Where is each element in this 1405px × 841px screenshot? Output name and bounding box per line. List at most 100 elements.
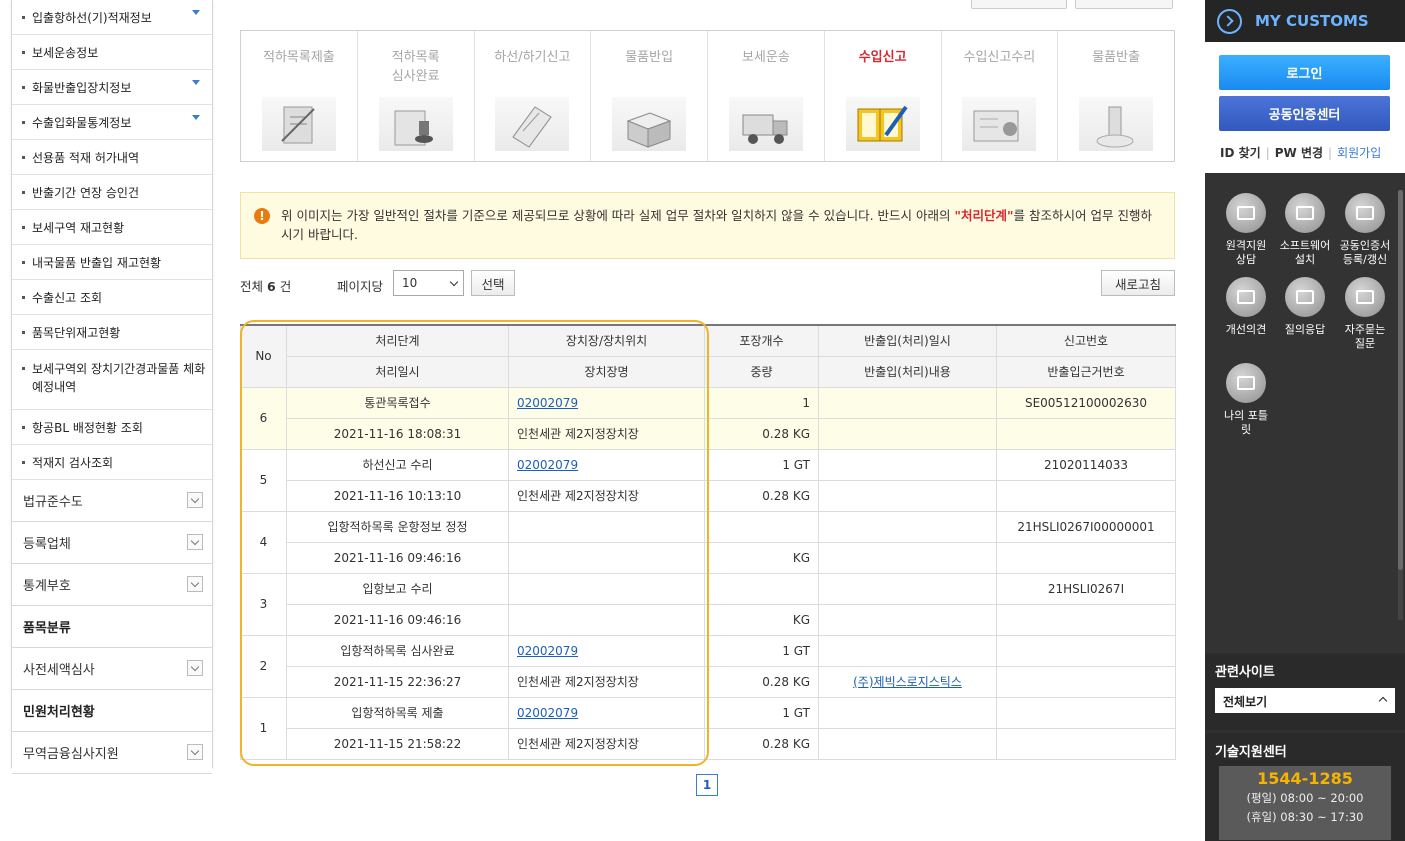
cell-basis-no	[996, 541, 1176, 574]
bullet-icon	[22, 330, 25, 334]
truck-icon	[728, 97, 803, 151]
sidebar-item-label: 내국물품 반출입 재고현황	[32, 255, 162, 270]
sidebar-category[interactable]: 등록업체	[12, 522, 212, 564]
sidebar-category[interactable]: 품목분류	[12, 606, 212, 648]
sidebar-category[interactable]: 사전세액심사	[12, 648, 212, 690]
login-button[interactable]: 로그인	[1219, 55, 1390, 90]
top-button-2[interactable]	[1075, 0, 1173, 9]
tools-area: 원격지원 상담 소프트웨어 설치 공동인증서 등록/갱신개선의견 질의응답 자주묻는 질…	[1205, 173, 1405, 653]
sidebar-item-label: 수출입화물통계정보	[32, 115, 132, 130]
page-button[interactable]: 1	[696, 774, 718, 796]
storage-code-link[interactable]: 02002079	[517, 706, 578, 720]
total-number: 6	[267, 279, 276, 294]
header-stage: 처리단계	[286, 324, 509, 357]
find-id-link[interactable]: ID 찾기	[1220, 146, 1261, 160]
cell-stage: 입항적하목록 제출	[286, 696, 509, 729]
sidebar-item[interactable]: 내국물품 반출입 재고현황	[12, 245, 212, 280]
box-icon	[612, 97, 687, 151]
portlet-icon	[1226, 363, 1266, 403]
sidebar-item[interactable]: 반출기간 연장 승인건	[12, 175, 212, 210]
sidebar-category[interactable]: 통계부호	[12, 564, 212, 606]
cell-inout-content	[818, 603, 997, 636]
sidebar-category[interactable]: 법규준수도	[12, 480, 212, 522]
expand-icon[interactable]	[187, 492, 203, 508]
cell-storage-code: 02002079	[508, 386, 705, 419]
change-pw-link[interactable]: PW 변경	[1275, 146, 1323, 160]
cell-inout-date	[818, 634, 997, 667]
cell-proc-date: 2021-11-16 18:08:31	[286, 417, 509, 450]
tool-software-install[interactable]: 소프트웨어 설치	[1274, 193, 1336, 267]
step-label: 물품반입	[625, 50, 674, 65]
join-link[interactable]: 회원가입	[1337, 146, 1381, 160]
chevron-right-icon[interactable]	[1217, 8, 1242, 34]
related-select[interactable]: 전체보기	[1215, 688, 1395, 713]
remote-support-icon	[1226, 193, 1266, 233]
per-page-select[interactable]: 10	[393, 270, 464, 296]
table-row: 2021-11-16 09:46:16 KG	[241, 541, 1176, 574]
weekday-hours: (평일) 08:00 ~ 20:00	[1246, 791, 1364, 805]
cell-inout-date	[818, 448, 997, 481]
tool-portlet[interactable]: 나의 포틀 릿	[1215, 363, 1277, 437]
total-prefix: 전체	[240, 279, 264, 294]
cell-stage: 통관목록접수	[286, 386, 509, 419]
expand-icon[interactable]	[187, 744, 203, 760]
select-button[interactable]: 선택	[471, 270, 515, 296]
tool-faq[interactable]: 자주묻는 질문	[1334, 277, 1396, 351]
sidebar-item[interactable]: 수출입화물통계정보	[12, 105, 212, 140]
sidebar-item[interactable]: 수출신고 조회	[12, 280, 212, 315]
cell-weight: KG	[704, 541, 819, 574]
software-install-icon	[1285, 193, 1325, 233]
sidebar-category[interactable]: 무역금융심사지원	[12, 732, 212, 774]
storage-code-link[interactable]: 02002079	[517, 458, 578, 472]
faq-icon	[1345, 277, 1385, 317]
cell-proc-date: 2021-11-16 09:46:16	[286, 541, 509, 574]
sidebar-item[interactable]: 적재지 검사조회	[12, 445, 212, 480]
tool-qna[interactable]: 질의응답	[1274, 277, 1336, 337]
expand-icon[interactable]	[187, 576, 203, 592]
process-table: No 처리단계 장치장/장치위치 포장개수 반출입(처리)일시 신고번호 처리일…	[240, 324, 1176, 760]
sidebar-item[interactable]: 입출항하선(기)적재정보	[12, 0, 212, 35]
cell-packages	[704, 572, 819, 605]
top-button-1[interactable]	[971, 0, 1067, 9]
expand-icon[interactable]	[187, 534, 203, 550]
cert-center-button[interactable]: 공동인증센터	[1219, 96, 1390, 131]
cell-proc-date: 2021-11-16 09:46:16	[286, 603, 509, 636]
bullet-icon	[22, 15, 25, 19]
sidebar-item-label: 항공BL 배정현황 조회	[32, 420, 143, 435]
cell-storage-name: 인천세관 제2지정장치장	[508, 727, 705, 760]
sidebar-item[interactable]: 보세구역외 장치기간경과물품 체화 예정내역	[12, 350, 212, 410]
bullet-icon	[22, 367, 25, 370]
tool-certificate[interactable]: 공동인증서 등록/갱신	[1334, 193, 1396, 267]
sidebar-item[interactable]: 화물반출입장치정보	[12, 70, 212, 105]
sidebar-item[interactable]: 항공BL 배정현황 조회	[12, 410, 212, 445]
header-inout-content: 반출입(처리)내용	[818, 355, 997, 388]
cell-proc-date: 2021-11-15 21:58:22	[286, 727, 509, 760]
tool-feedback[interactable]: 개선의견	[1215, 277, 1277, 337]
inout-content-link[interactable]: (주)제빅스로지스틱스	[853, 675, 962, 689]
caret-down-icon[interactable]	[192, 10, 200, 15]
expand-icon[interactable]	[187, 660, 203, 676]
tech-support-box: 1544-1285 (평일) 08:00 ~ 20:00 (휴일) 08:30 …	[1219, 766, 1391, 840]
sidebar-item[interactable]: 보세구역 재고현황	[12, 210, 212, 245]
cell-inout-date	[818, 696, 997, 729]
caret-down-icon[interactable]	[192, 80, 200, 85]
header-basis-no: 반출입근거번호	[996, 355, 1176, 388]
panel-header[interactable]: MY CUSTOMS	[1205, 0, 1405, 42]
sidebar-item-label: 화물반출입장치정보	[32, 80, 132, 95]
storage-code-link[interactable]: 02002079	[517, 644, 578, 658]
bullet-icon	[22, 260, 25, 264]
stamp-icon	[378, 97, 453, 151]
sidebar-item-label: 수출신고 조회	[32, 290, 103, 305]
cell-weight: KG	[704, 603, 819, 636]
sidebar-item[interactable]: 품목단위재고현황	[12, 315, 212, 350]
panel-scrollbar[interactable]	[1398, 190, 1403, 620]
sidebar-item-label: 품목단위재고현황	[32, 325, 121, 340]
storage-code-link[interactable]: 02002079	[517, 396, 578, 410]
sidebar-item[interactable]: 보세운송정보	[12, 35, 212, 70]
tool-remote-support[interactable]: 원격지원 상담	[1215, 193, 1277, 267]
sidebar-category[interactable]: 민원처리현황	[12, 690, 212, 732]
sidebar-item[interactable]: 선용품 적재 허가내역	[12, 140, 212, 175]
refresh-button[interactable]: 새로고침	[1101, 270, 1175, 296]
bullet-icon	[22, 460, 25, 464]
caret-down-icon[interactable]	[192, 115, 200, 120]
